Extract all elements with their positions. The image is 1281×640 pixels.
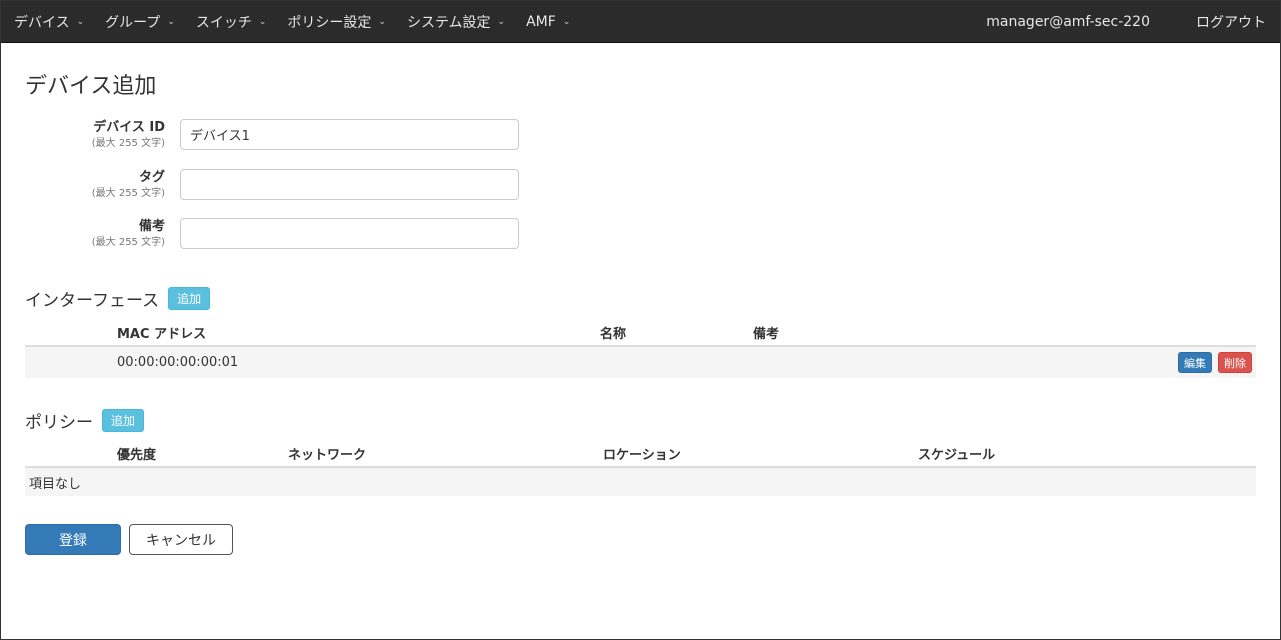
tag-label-group: タグ (最大 255 文字) [5, 169, 165, 201]
interfaces-header-row: MAC アドレス 名称 備考 [25, 319, 1256, 347]
nav-right-group: manager@amf-sec-220 ログアウト [986, 1, 1280, 43]
tag-row: タグ (最大 255 文字) [25, 169, 525, 209]
policies-col-schedule: スケジュール [918, 440, 1256, 468]
cancel-button[interactable]: キャンセル [129, 524, 233, 555]
add-interface-button[interactable]: 追加 [168, 287, 211, 310]
device-id-row: デバイス ID (最大 255 文字) [25, 119, 525, 159]
table-row: 項目なし [25, 467, 1256, 496]
nav-menu-groups-label: グループ [105, 14, 161, 31]
device-id-input[interactable] [180, 119, 519, 150]
nav-menu-amf-label: AMF [526, 13, 556, 30]
policies-col-network: ネットワーク [288, 440, 603, 468]
top-navbar: デバイス ⌄ グループ ⌄ スイッチ ⌄ ポリシー設定 ⌄ システム設定 ⌄ A… [1, 1, 1280, 43]
policies-table: 優先度 ネットワーク ロケーション スケジュール 項目なし [25, 440, 1256, 496]
note-label: 備考 [138, 219, 165, 234]
device-id-hint: (最大 255 文字) [91, 138, 165, 149]
policies-header-row: 優先度 ネットワーク ロケーション スケジュール [25, 440, 1256, 468]
note-input[interactable] [180, 218, 519, 249]
tag-label: タグ [138, 170, 165, 185]
interfaces-table: MAC アドレス 名称 備考 00:00:00:00:00:01 編集 削除 [25, 319, 1256, 378]
chevron-down-icon: ⌄ [167, 16, 175, 27]
row-name [600, 346, 753, 378]
nav-menu-system-settings-label: システム設定 [406, 14, 491, 31]
note-hint: (最大 255 文字) [91, 237, 165, 248]
row-note [753, 346, 1166, 378]
nav-menu-amf[interactable]: AMF ⌄ [513, 1, 578, 43]
nav-menu-policy-settings-label: ポリシー設定 [287, 14, 372, 31]
interfaces-col-actions [1166, 319, 1256, 347]
policies-header: ポリシー 追加 [25, 408, 145, 433]
edit-interface-button[interactable]: 編集 [1178, 352, 1212, 373]
policies-col-location: ロケーション [603, 440, 918, 468]
device-id-label: デバイス ID [93, 120, 165, 135]
interfaces-col-spacer [25, 319, 117, 347]
chevron-down-icon: ⌄ [378, 16, 386, 27]
policies-empty-text: 項目なし [25, 467, 1256, 496]
nav-menu-devices-label: デバイス [14, 14, 70, 31]
nav-menu-groups[interactable]: グループ ⌄ [92, 1, 183, 43]
chevron-down-icon: ⌄ [258, 16, 267, 27]
nav-menu-switches-label: スイッチ [195, 14, 252, 31]
tag-hint: (最大 255 文字) [91, 188, 165, 199]
row-spacer [25, 346, 117, 378]
interfaces-col-name: 名称 [600, 319, 753, 347]
add-policy-button[interactable]: 追加 [102, 409, 145, 432]
nav-menu-system-settings[interactable]: システム設定 ⌄ [394, 1, 513, 43]
submit-button[interactable]: 登録 [25, 524, 121, 555]
interfaces-col-mac: MAC アドレス [117, 319, 600, 347]
nav-menu-switches[interactable]: スイッチ ⌄ [183, 1, 275, 43]
interfaces-header: インターフェース 追加 [25, 286, 211, 311]
note-label-group: 備考 (最大 255 文字) [5, 218, 165, 250]
delete-interface-button[interactable]: 削除 [1218, 352, 1252, 373]
nav-menu-policy-settings[interactable]: ポリシー設定 ⌄ [274, 1, 394, 43]
note-row: 備考 (最大 255 文字) [25, 218, 525, 258]
current-user: manager@amf-sec-220 [986, 13, 1150, 30]
interfaces-col-note: 備考 [753, 319, 1166, 347]
chevron-down-icon: ⌄ [562, 16, 571, 27]
device-id-label-group: デバイス ID (最大 255 文字) [5, 119, 165, 151]
nav-menu-devices[interactable]: デバイス ⌄ [1, 1, 92, 43]
chevron-down-icon: ⌄ [76, 16, 85, 27]
chevron-down-icon: ⌄ [497, 16, 506, 27]
row-mac: 00:00:00:00:00:01 [117, 346, 600, 378]
page-title: デバイス追加 [25, 74, 157, 99]
table-row: 00:00:00:00:00:01 編集 削除 [25, 346, 1256, 378]
tag-input[interactable] [180, 169, 519, 200]
interfaces-title: インターフェース [25, 291, 160, 311]
policies-title: ポリシー [25, 413, 93, 433]
row-actions: 編集 削除 [1166, 346, 1256, 378]
policies-col-spacer [25, 440, 117, 468]
policies-col-priority: 優先度 [117, 440, 288, 468]
logout-link[interactable]: ログアウト [1196, 12, 1280, 32]
